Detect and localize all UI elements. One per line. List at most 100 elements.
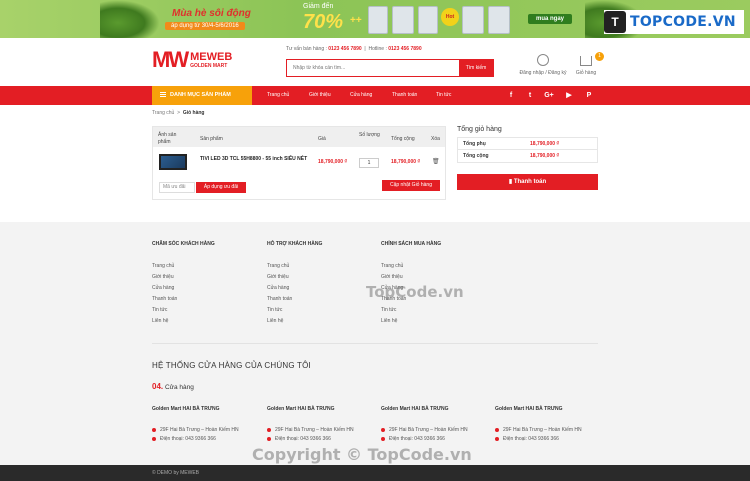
store-address: 29F Hai Bà Trưng – Hoàn Kiếm HN xyxy=(389,427,468,433)
footer-link[interactable]: Cửa hàng xyxy=(267,283,322,294)
store-address: 29F Hai Bà Trưng – Hoàn Kiếm HN xyxy=(275,427,354,433)
appliance-image xyxy=(462,6,484,34)
search-bar: Tìm kiếm xyxy=(286,59,494,77)
cart-link[interactable]: 1 Giỏ hàng xyxy=(574,52,604,76)
appliance-image xyxy=(418,6,438,34)
twitter-icon[interactable]: t xyxy=(521,86,539,105)
map-pin-icon xyxy=(152,427,156,432)
trash-icon[interactable]: 🗑 xyxy=(432,158,440,165)
hotline2-label: Hotline : xyxy=(368,46,387,52)
footer-link[interactable]: Cửa hàng xyxy=(152,283,215,294)
subtotal-label: Tổng phụ xyxy=(463,141,486,147)
store-card: Golden Mart HAI BÀ TRƯNG 29F Hai Bà Trưn… xyxy=(152,406,262,444)
logo-tagline: GOLDEN MART xyxy=(190,62,228,69)
nav-item-home[interactable]: Trang chủ xyxy=(267,86,289,105)
total-row: Tổng cộng 18,790,000 ₫ xyxy=(458,150,597,162)
cart-count-badge: 1 xyxy=(595,52,604,61)
account-label: Đăng nhập / Đăng ký xyxy=(519,70,567,76)
hotline-label: Tư vấn bán hàng : xyxy=(286,46,327,52)
appliance-image xyxy=(368,6,388,34)
product-line-total: 18,790,000 ₫ xyxy=(391,159,420,165)
footer-link[interactable]: Tin tức xyxy=(267,305,322,316)
nav-item-shop[interactable]: Cửa hàng xyxy=(350,86,372,105)
footer-link[interactable]: Thanh toán xyxy=(152,294,215,305)
store-name: Golden Mart HAI BÀ TRƯNG xyxy=(381,406,449,412)
subtotal-row: Tổng phụ 18,790,000 ₫ xyxy=(458,138,597,150)
header-product: Sản phẩm xyxy=(200,136,223,142)
cart-icon: 1 xyxy=(580,52,604,66)
nav-item-news[interactable]: Tin tức xyxy=(436,86,451,105)
footer-link[interactable]: Giới thiệu xyxy=(267,272,322,283)
footer-link[interactable]: Giới thiệu xyxy=(152,272,215,283)
hotline-info: Tư vấn bán hàng : 0123 456 7890 | Hotlin… xyxy=(286,46,422,52)
site-logo[interactable]: MW MEWEB GOLDEN MART xyxy=(152,47,233,72)
store-phone: Điện thoại: 043 9366 366 xyxy=(275,436,331,442)
pinterest-icon[interactable]: P xyxy=(580,86,598,105)
store-card: Golden Mart HAI BÀ TRƯNG 29F Hai Bà Trưn… xyxy=(495,406,605,444)
product-thumbnail[interactable] xyxy=(159,154,187,170)
subtotal-value: 18,790,000 ₫ xyxy=(530,141,559,147)
logo-brand-name: MEWEB xyxy=(190,50,233,63)
store-name: Golden Mart HAI BÀ TRƯNG xyxy=(152,406,220,412)
account-link[interactable]: Đăng nhập / Đăng ký xyxy=(518,54,568,76)
header-total: Tổng cộng xyxy=(391,136,415,142)
breadcrumb-current: Giỏ hàng xyxy=(182,110,205,116)
footer-link[interactable]: Tin tức xyxy=(381,305,441,316)
nav-item-checkout[interactable]: Thanh toán xyxy=(392,86,417,105)
footer-link[interactable]: Tin tức xyxy=(152,305,215,316)
footer-column-support: HỖ TRỢ KHÁCH HÀNG Trang chủ Giới thiệu C… xyxy=(267,241,322,327)
main-nav: DANH MỤC SẢN PHẨM Trang chủ Giới thiệu C… xyxy=(0,86,750,105)
footer-link[interactable]: Liên hệ xyxy=(152,316,215,327)
footer-link[interactable]: Liên hệ xyxy=(381,316,441,327)
nav-item-about[interactable]: Giới thiệu xyxy=(309,86,331,105)
store-system-title: HỆ THỐNG CỬA HÀNG CỦA CHÚNG TÔI xyxy=(152,361,311,370)
header-price: Giá xyxy=(318,136,326,142)
phone-icon xyxy=(495,436,499,441)
search-button[interactable]: Tìm kiếm xyxy=(459,60,493,76)
header-delete: Xóa xyxy=(431,136,440,142)
store-card: Golden Mart HAI BÀ TRƯNG 29F Hai Bà Trưn… xyxy=(267,406,377,444)
footer-link[interactable]: Trang chủ xyxy=(381,261,441,272)
cart-table-header: Ảnh sản phẩm Sản phẩm Giá Số lượng Tổng … xyxy=(153,127,445,147)
quantity-input[interactable]: 1 xyxy=(359,158,379,168)
product-name[interactable]: TIVI LED 3D TCL 55H8800 - 55 inch SIÊU N… xyxy=(200,156,310,163)
promo-dates: áp dụng từ 30/4-5/6/2016 xyxy=(165,22,245,30)
footer-column-customer-care: CHĂM SÓC KHÁCH HÀNG Trang chủ Giới thiệu… xyxy=(152,241,215,327)
footer-link[interactable]: Trang chủ xyxy=(267,261,322,272)
facebook-icon[interactable]: f xyxy=(502,86,520,105)
store-address: 29F Hai Bà Trưng – Hoàn Kiếm HN xyxy=(503,427,582,433)
map-pin-icon xyxy=(495,427,499,432)
update-cart-button[interactable]: Cập nhật Giỏ hàng xyxy=(382,180,440,191)
promo-cta-button[interactable]: mua ngay xyxy=(528,14,573,24)
appliance-image xyxy=(488,6,510,34)
coupon-input[interactable]: Mã ưu đãi xyxy=(159,182,195,193)
header-image: Ảnh sản phẩm xyxy=(158,132,177,145)
breadcrumb-home[interactable]: Trang chủ xyxy=(152,110,174,116)
cart-label: Giỏ hàng xyxy=(575,70,597,76)
footer-link[interactable]: Giới thiệu xyxy=(381,272,441,283)
footer-heading: CHÍNH SÁCH MUA HÀNG xyxy=(381,241,442,247)
topcode-logo-text: TOPCODE.VN xyxy=(630,14,736,30)
search-input[interactable] xyxy=(287,60,457,76)
youtube-icon[interactable]: ▶ xyxy=(560,86,578,105)
apply-coupon-button[interactable]: Áp dụng ưu đãi xyxy=(196,182,246,193)
topcode-watermark-logo: T TOPCODE.VN xyxy=(604,10,744,34)
promo-plus: ++ xyxy=(350,15,362,26)
google-plus-icon[interactable]: G+ xyxy=(540,86,558,105)
footer-link[interactable]: Liên hệ xyxy=(267,316,322,327)
cart-table: Ảnh sản phẩm Sản phẩm Giá Số lượng Tổng … xyxy=(152,126,446,200)
store-phone: Điện thoại: 043 9366 366 xyxy=(503,436,559,442)
footer-link[interactable]: Trang chủ xyxy=(152,261,215,272)
total-value: 18,790,000 ₫ xyxy=(530,153,559,159)
footer-link[interactable]: Thanh toán xyxy=(267,294,322,305)
store-address: 29F Hai Bà Trưng – Hoàn Kiếm HN xyxy=(160,427,239,433)
appliance-image xyxy=(392,6,414,34)
category-menu-button[interactable]: DANH MỤC SẢN PHẨM xyxy=(152,86,252,105)
leaf-decoration xyxy=(100,0,160,38)
logo-brand: MEWEB GOLDEN MART xyxy=(190,50,233,69)
promo-upto: Giảm đến xyxy=(303,3,334,10)
hotline-number: 0123 456 7890 xyxy=(328,46,362,52)
store-card: Golden Mart HAI BÀ TRƯNG 29F Hai Bà Trưn… xyxy=(381,406,491,444)
checkout-button[interactable]: ▮ Thanh toán xyxy=(457,174,598,190)
watermark-center: TopCode.vn xyxy=(366,283,464,301)
